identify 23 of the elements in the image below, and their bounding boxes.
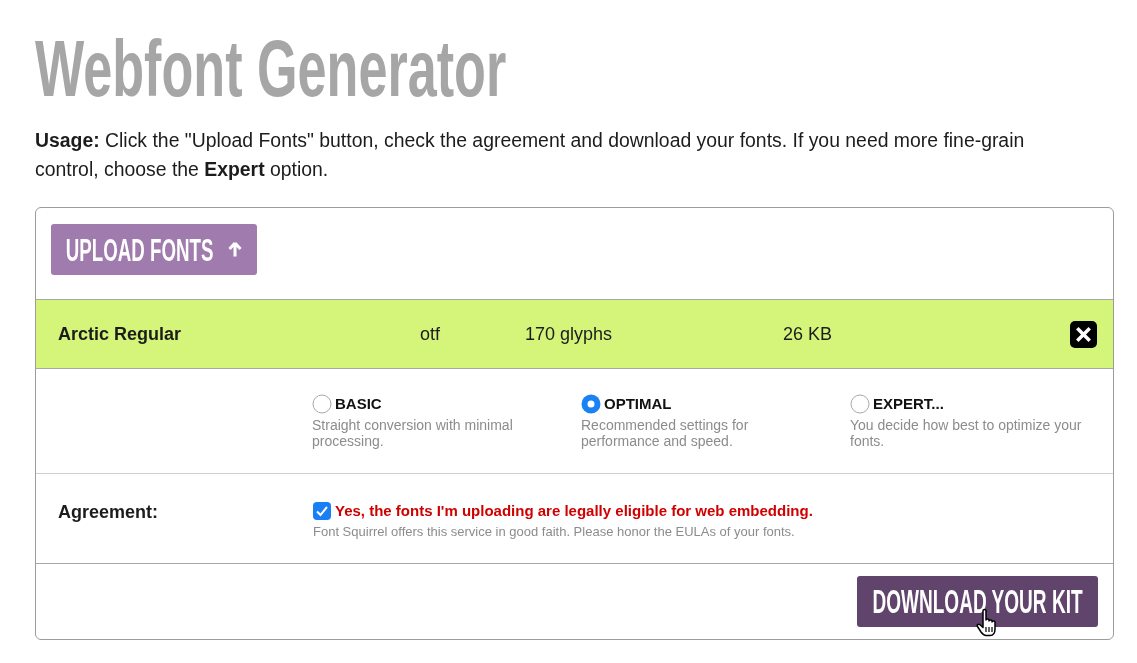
radio-button[interactable] xyxy=(581,394,601,414)
page-title: Webfont Generator xyxy=(35,29,507,109)
download-kit-button[interactable]: DOWNLOAD YOUR KIT xyxy=(857,576,1098,627)
glyph-count: 170 glyphs xyxy=(525,323,613,344)
mode-label[interactable]: OPTIMAL xyxy=(604,394,672,414)
font-name: Arctic Regular xyxy=(58,323,182,344)
file-size: 26 KB xyxy=(783,323,833,344)
arrow-up-icon xyxy=(227,242,242,257)
mode-description: You decide how best to optimize your fonts. xyxy=(850,417,1083,449)
mode-label[interactable]: EXPERT... xyxy=(873,394,944,414)
upload-fonts-button[interactable]: UPLOAD FONTS xyxy=(51,224,257,275)
radio-button[interactable] xyxy=(850,394,870,414)
radio-button[interactable] xyxy=(312,394,332,414)
agreement-checkbox[interactable] xyxy=(313,502,331,520)
mode-description: Straight conversion with minimal processing. xyxy=(312,417,514,449)
agreement-statement: Yes, the fonts I'm uploading are legally eligible for web embedding. xyxy=(335,501,813,521)
close-icon[interactable] xyxy=(1070,320,1097,348)
font-format: otf xyxy=(420,323,440,344)
agreement-note: Font Squirrel offers this service in good faith. Please honor the EULAs of your fonts. xyxy=(313,524,796,540)
mode-description: Recommended settings for performance and speed. xyxy=(581,417,750,449)
usage-instructions: Usage: Click the "Upload Fonts" button, check the agreement and download your fonts. If you need more fine-grain control, choose the Expert option. xyxy=(35,128,1026,182)
agreement-label: Agreement: xyxy=(58,502,159,522)
mode-label[interactable]: BASIC xyxy=(335,394,382,414)
